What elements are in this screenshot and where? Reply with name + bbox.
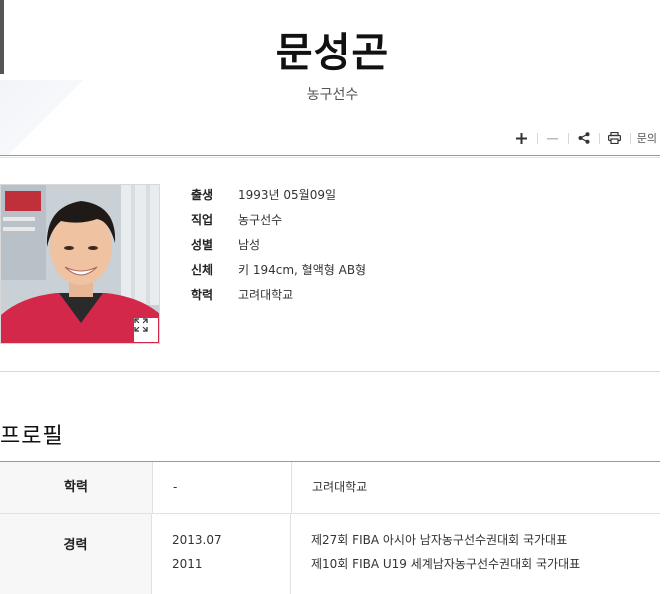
section-divider bbox=[0, 371, 660, 372]
info-row-education: 학력 고려대학교 bbox=[191, 282, 366, 307]
share-button[interactable] bbox=[569, 128, 599, 148]
row-year: 2013.07 bbox=[172, 533, 222, 547]
table-row: 학력 - 고려대학교 bbox=[0, 462, 660, 513]
info-label: 출생 bbox=[191, 188, 214, 202]
info-value: 1993년 05월09일 bbox=[238, 188, 337, 202]
row-header: 경력 bbox=[0, 514, 152, 594]
minus-icon bbox=[547, 137, 559, 139]
row-year: 2011 bbox=[172, 557, 203, 571]
row-item: 고려대학교 bbox=[312, 480, 368, 494]
table-row: 경력 2013.07 2011 제27회 FIBA 아시아 남자농구선수권대회 … bbox=[0, 513, 660, 594]
print-button[interactable] bbox=[600, 128, 630, 148]
font-decrease-button[interactable] bbox=[538, 128, 568, 148]
header-divider-secondary bbox=[0, 157, 660, 158]
info-row-gender: 성별 남성 bbox=[191, 232, 366, 257]
toolbar: 문의 bbox=[507, 128, 657, 148]
plus-icon bbox=[516, 132, 528, 144]
expand-icon bbox=[134, 318, 148, 332]
page-title: 문성곤 bbox=[275, 29, 390, 76]
row-item: 제27회 FIBA 아시아 남자농구선수권대회 국가대표 bbox=[311, 533, 568, 547]
info-label: 학력 bbox=[191, 288, 214, 302]
print-icon bbox=[608, 132, 622, 144]
header-divider bbox=[0, 155, 660, 156]
info-label: 직업 bbox=[191, 213, 214, 227]
row-years: 2013.07 2011 bbox=[152, 514, 291, 594]
share-icon bbox=[578, 132, 590, 144]
info-value: 남성 bbox=[238, 238, 261, 252]
info-row-body: 신체 키 194cm, 혈액형 AB형 bbox=[191, 257, 366, 282]
info-value: 고려대학교 bbox=[238, 288, 294, 302]
info-row-job: 직업 농구선수 bbox=[191, 207, 366, 232]
row-header: 학력 bbox=[0, 462, 153, 513]
profile-photo[interactable] bbox=[0, 184, 160, 344]
info-row-birth: 출생 1993년 05월09일 bbox=[191, 182, 366, 207]
info-label: 성별 bbox=[191, 238, 214, 252]
info-label: 신체 bbox=[191, 263, 214, 277]
row-items: 제27회 FIBA 아시아 남자농구선수권대회 국가대표 제10회 FIBA U… bbox=[291, 514, 660, 594]
inquiry-link[interactable]: 문의 bbox=[631, 130, 657, 146]
profile-section-title: 프로필 bbox=[0, 424, 64, 449]
profile-table: 학력 - 고려대학교 경력 2013.07 2011 제27회 FIBA 아시아… bbox=[0, 461, 660, 594]
expand-photo-button[interactable] bbox=[134, 318, 158, 342]
basic-info: 출생 1993년 05월09일 직업 농구선수 성별 남성 신체 키 194cm… bbox=[191, 182, 366, 307]
page-subtitle: 농구선수 bbox=[306, 87, 359, 103]
row-year: - bbox=[153, 462, 292, 513]
info-value: 농구선수 bbox=[238, 213, 283, 227]
row-item: 제10회 FIBA U19 세계남자농구선수권대회 국가대표 bbox=[311, 557, 581, 571]
info-value: 키 194cm, 혈액형 AB형 bbox=[238, 263, 367, 277]
font-increase-button[interactable] bbox=[507, 128, 537, 148]
